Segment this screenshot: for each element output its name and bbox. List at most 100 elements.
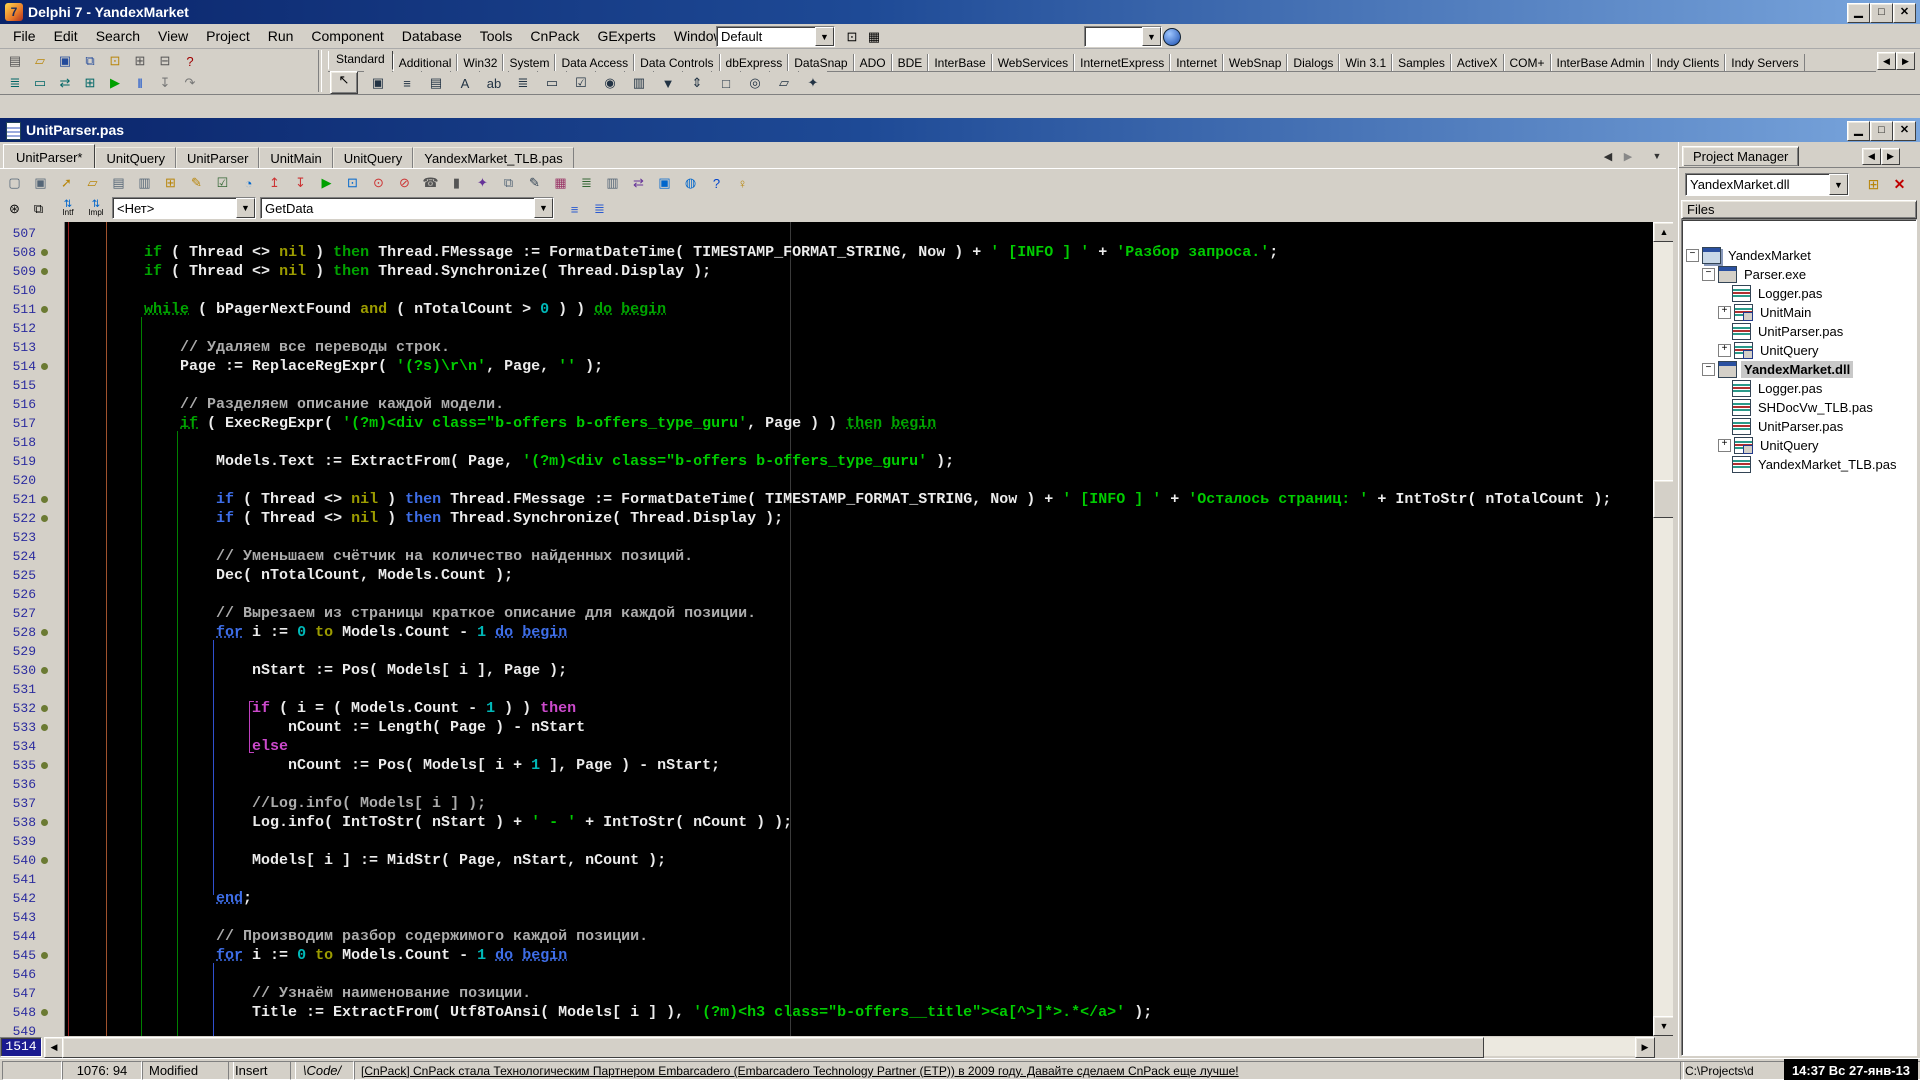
package-icon[interactable]: ▦ bbox=[548, 171, 573, 195]
gutter-line[interactable]: 524 bbox=[0, 547, 64, 566]
gutter-line[interactable]: 510 bbox=[0, 281, 64, 300]
palette-tab-win32[interactable]: Win32 bbox=[457, 54, 504, 71]
menu-component[interactable]: Component bbox=[302, 25, 392, 47]
menu-run[interactable]: Run bbox=[259, 25, 303, 47]
collapse-minus-icon[interactable]: − bbox=[1686, 249, 1699, 262]
menu-project[interactable]: Project bbox=[197, 25, 259, 47]
menu-cnpack[interactable]: CnPack bbox=[521, 25, 588, 47]
scroll-up-icon[interactable]: ▲ bbox=[1653, 222, 1675, 242]
expand-plus-icon[interactable]: + bbox=[1718, 306, 1731, 319]
web-gear-icon[interactable]: ◍ bbox=[678, 171, 703, 195]
collapse-minus-icon[interactable]: − bbox=[1702, 363, 1715, 376]
palette-scroll-right-icon[interactable]: ▶ bbox=[1896, 52, 1915, 70]
options-gear-icon[interactable]: ⊛ bbox=[2, 197, 27, 221]
palette-tab-dbexpress[interactable]: dbExpress bbox=[719, 54, 789, 71]
run-icon[interactable]: ▶ bbox=[103, 72, 127, 94]
project-combo[interactable]: YandexMarket.dll ▼ bbox=[1685, 173, 1849, 196]
palette-tab-samples[interactable]: Samples bbox=[1392, 54, 1451, 71]
palette-tab-dialogs[interactable]: Dialogs bbox=[1287, 54, 1340, 71]
pointer-tool-button[interactable]: ↖ bbox=[330, 71, 358, 94]
phone-icon[interactable]: ☎ bbox=[418, 171, 443, 195]
desktop-layout-combo[interactable]: Default ▼ bbox=[716, 26, 835, 47]
gutter-line[interactable]: 530 bbox=[0, 661, 64, 680]
gutter-line[interactable]: 538 bbox=[0, 813, 64, 832]
editor-tab-yandexmarket-tlb-pas[interactable]: YandexMarket_TLB.pas bbox=[413, 147, 574, 168]
editor-titlebar[interactable]: UnitParser.pas ▁ □ ✕ bbox=[0, 118, 1920, 142]
frames-icon[interactable]: ▣ bbox=[364, 71, 392, 95]
editor-tab-unitparser[interactable]: UnitParser bbox=[176, 147, 260, 168]
gutter-line[interactable]: 545 bbox=[0, 946, 64, 965]
dock-next-icon[interactable]: ▶ bbox=[1881, 148, 1900, 165]
gutter-line[interactable]: 511 bbox=[0, 300, 64, 319]
explorer-icon[interactable]: ▥ bbox=[600, 171, 625, 195]
open-unit-icon[interactable]: ▱ bbox=[80, 171, 105, 195]
gutter-line[interactable]: 544 bbox=[0, 927, 64, 946]
group-box-icon[interactable]: □ bbox=[712, 71, 740, 95]
button-icon[interactable]: ▭ bbox=[538, 71, 566, 95]
gutter-line[interactable]: 525 bbox=[0, 566, 64, 585]
tree-item-logger-pas[interactable]: Logger.pas bbox=[1682, 284, 1916, 303]
close-button[interactable]: ✕ bbox=[1893, 3, 1916, 23]
combo-box-icon[interactable]: ▼ bbox=[654, 71, 682, 95]
gexperts-combo[interactable]: ▼ bbox=[1084, 26, 1162, 47]
editor-gutter[interactable]: 507 508 509 510 511 512 513 514 515 516 517 518 519 5… bbox=[0, 222, 65, 1039]
editor-options-icon[interactable]: ✎ bbox=[522, 171, 547, 195]
memo-icon[interactable]: ≣ bbox=[509, 71, 537, 95]
align-justify-icon[interactable]: ≣ bbox=[587, 197, 612, 221]
menu-search[interactable]: Search bbox=[87, 25, 149, 47]
menu-edit[interactable]: Edit bbox=[45, 25, 87, 47]
palette-tab-data-access[interactable]: Data Access bbox=[555, 54, 635, 71]
maximize-button[interactable]: □ bbox=[1870, 3, 1893, 23]
editor-close-button[interactable]: ✕ bbox=[1893, 121, 1916, 141]
dock-prev-icon[interactable]: ◀ bbox=[1862, 148, 1881, 165]
tab-list-icon[interactable]: ▼ bbox=[1648, 147, 1666, 165]
palette-tab-websnap[interactable]: WebSnap bbox=[1222, 54, 1288, 71]
save-desktop-icon[interactable]: ⊡ bbox=[840, 26, 864, 48]
tab-project-manager[interactable]: Project Manager bbox=[1682, 146, 1800, 166]
gutter-line[interactable]: 547 bbox=[0, 984, 64, 1003]
gutter-line[interactable]: 516 bbox=[0, 395, 64, 414]
trace-into-icon[interactable]: ↧ bbox=[153, 72, 177, 94]
gutter-line[interactable]: 507 bbox=[0, 224, 64, 243]
menu-file[interactable]: File bbox=[4, 25, 45, 47]
project-edit-icon[interactable]: ✎ bbox=[184, 171, 209, 195]
gutter-line[interactable]: 534 bbox=[0, 737, 64, 756]
palette-tab-indy-servers[interactable]: Indy Servers bbox=[1725, 54, 1805, 71]
palette-tab-ado[interactable]: ADO bbox=[853, 54, 892, 71]
gutter-line[interactable]: 523 bbox=[0, 528, 64, 547]
breakpoint-b-icon[interactable]: ⊘ bbox=[392, 171, 417, 195]
new-unit-icon[interactable]: ➚ bbox=[54, 171, 79, 195]
collapse-minus-icon[interactable]: − bbox=[1702, 268, 1715, 281]
radio-group-icon[interactable]: ◎ bbox=[741, 71, 769, 95]
gutter-line[interactable]: 528 bbox=[0, 623, 64, 642]
web-update-icon[interactable]: ◔ bbox=[236, 171, 261, 195]
scroll-right-icon[interactable]: ▶ bbox=[1635, 1037, 1655, 1058]
gutter-line[interactable]: 529 bbox=[0, 642, 64, 661]
tab-prev-icon[interactable]: ◀ bbox=[1598, 147, 1618, 165]
convert-icon[interactable]: ⇄ bbox=[626, 171, 651, 195]
gutter-line[interactable]: 519 bbox=[0, 452, 64, 471]
chevron-down-icon[interactable]: ▼ bbox=[534, 198, 553, 218]
palette-scroll-left-icon[interactable]: ◀ bbox=[1877, 52, 1896, 70]
pause-icon[interactable]: ‖ bbox=[128, 72, 152, 94]
save-icon[interactable]: ▣ bbox=[53, 50, 77, 72]
radio-button-icon[interactable]: ◉ bbox=[596, 71, 624, 95]
bookmark-remove-icon[interactable]: ↧ bbox=[288, 171, 313, 195]
gutter-line[interactable]: 527 bbox=[0, 604, 64, 623]
gutter-line[interactable]: 540 bbox=[0, 851, 64, 870]
cnpack-status-link[interactable]: [CnPack] CnPack стала Технологическим Па… bbox=[361, 1064, 1239, 1078]
set-debug-desktop-icon[interactable]: ▦ bbox=[862, 26, 886, 48]
palette-tab-win-3-1[interactable]: Win 3.1 bbox=[1339, 54, 1393, 71]
editor-maximize-button[interactable]: □ bbox=[1870, 121, 1893, 141]
editor-tab-unitquery[interactable]: UnitQuery bbox=[95, 147, 176, 168]
help-contents-icon[interactable]: ? bbox=[178, 50, 202, 72]
help-icon[interactable]: ? bbox=[704, 171, 729, 195]
tree-item-unitparser-pas[interactable]: UnitParser.pas bbox=[1682, 322, 1916, 341]
gutter-line[interactable]: 533 bbox=[0, 718, 64, 737]
gutter-line[interactable]: 514 bbox=[0, 357, 64, 376]
files-column-header[interactable]: Files bbox=[1681, 200, 1917, 219]
gutter-line[interactable]: 541 bbox=[0, 870, 64, 889]
palette-tab-additional[interactable]: Additional bbox=[392, 54, 458, 71]
gutter-line[interactable]: 535 bbox=[0, 756, 64, 775]
chevron-down-icon[interactable]: ▼ bbox=[236, 198, 255, 218]
